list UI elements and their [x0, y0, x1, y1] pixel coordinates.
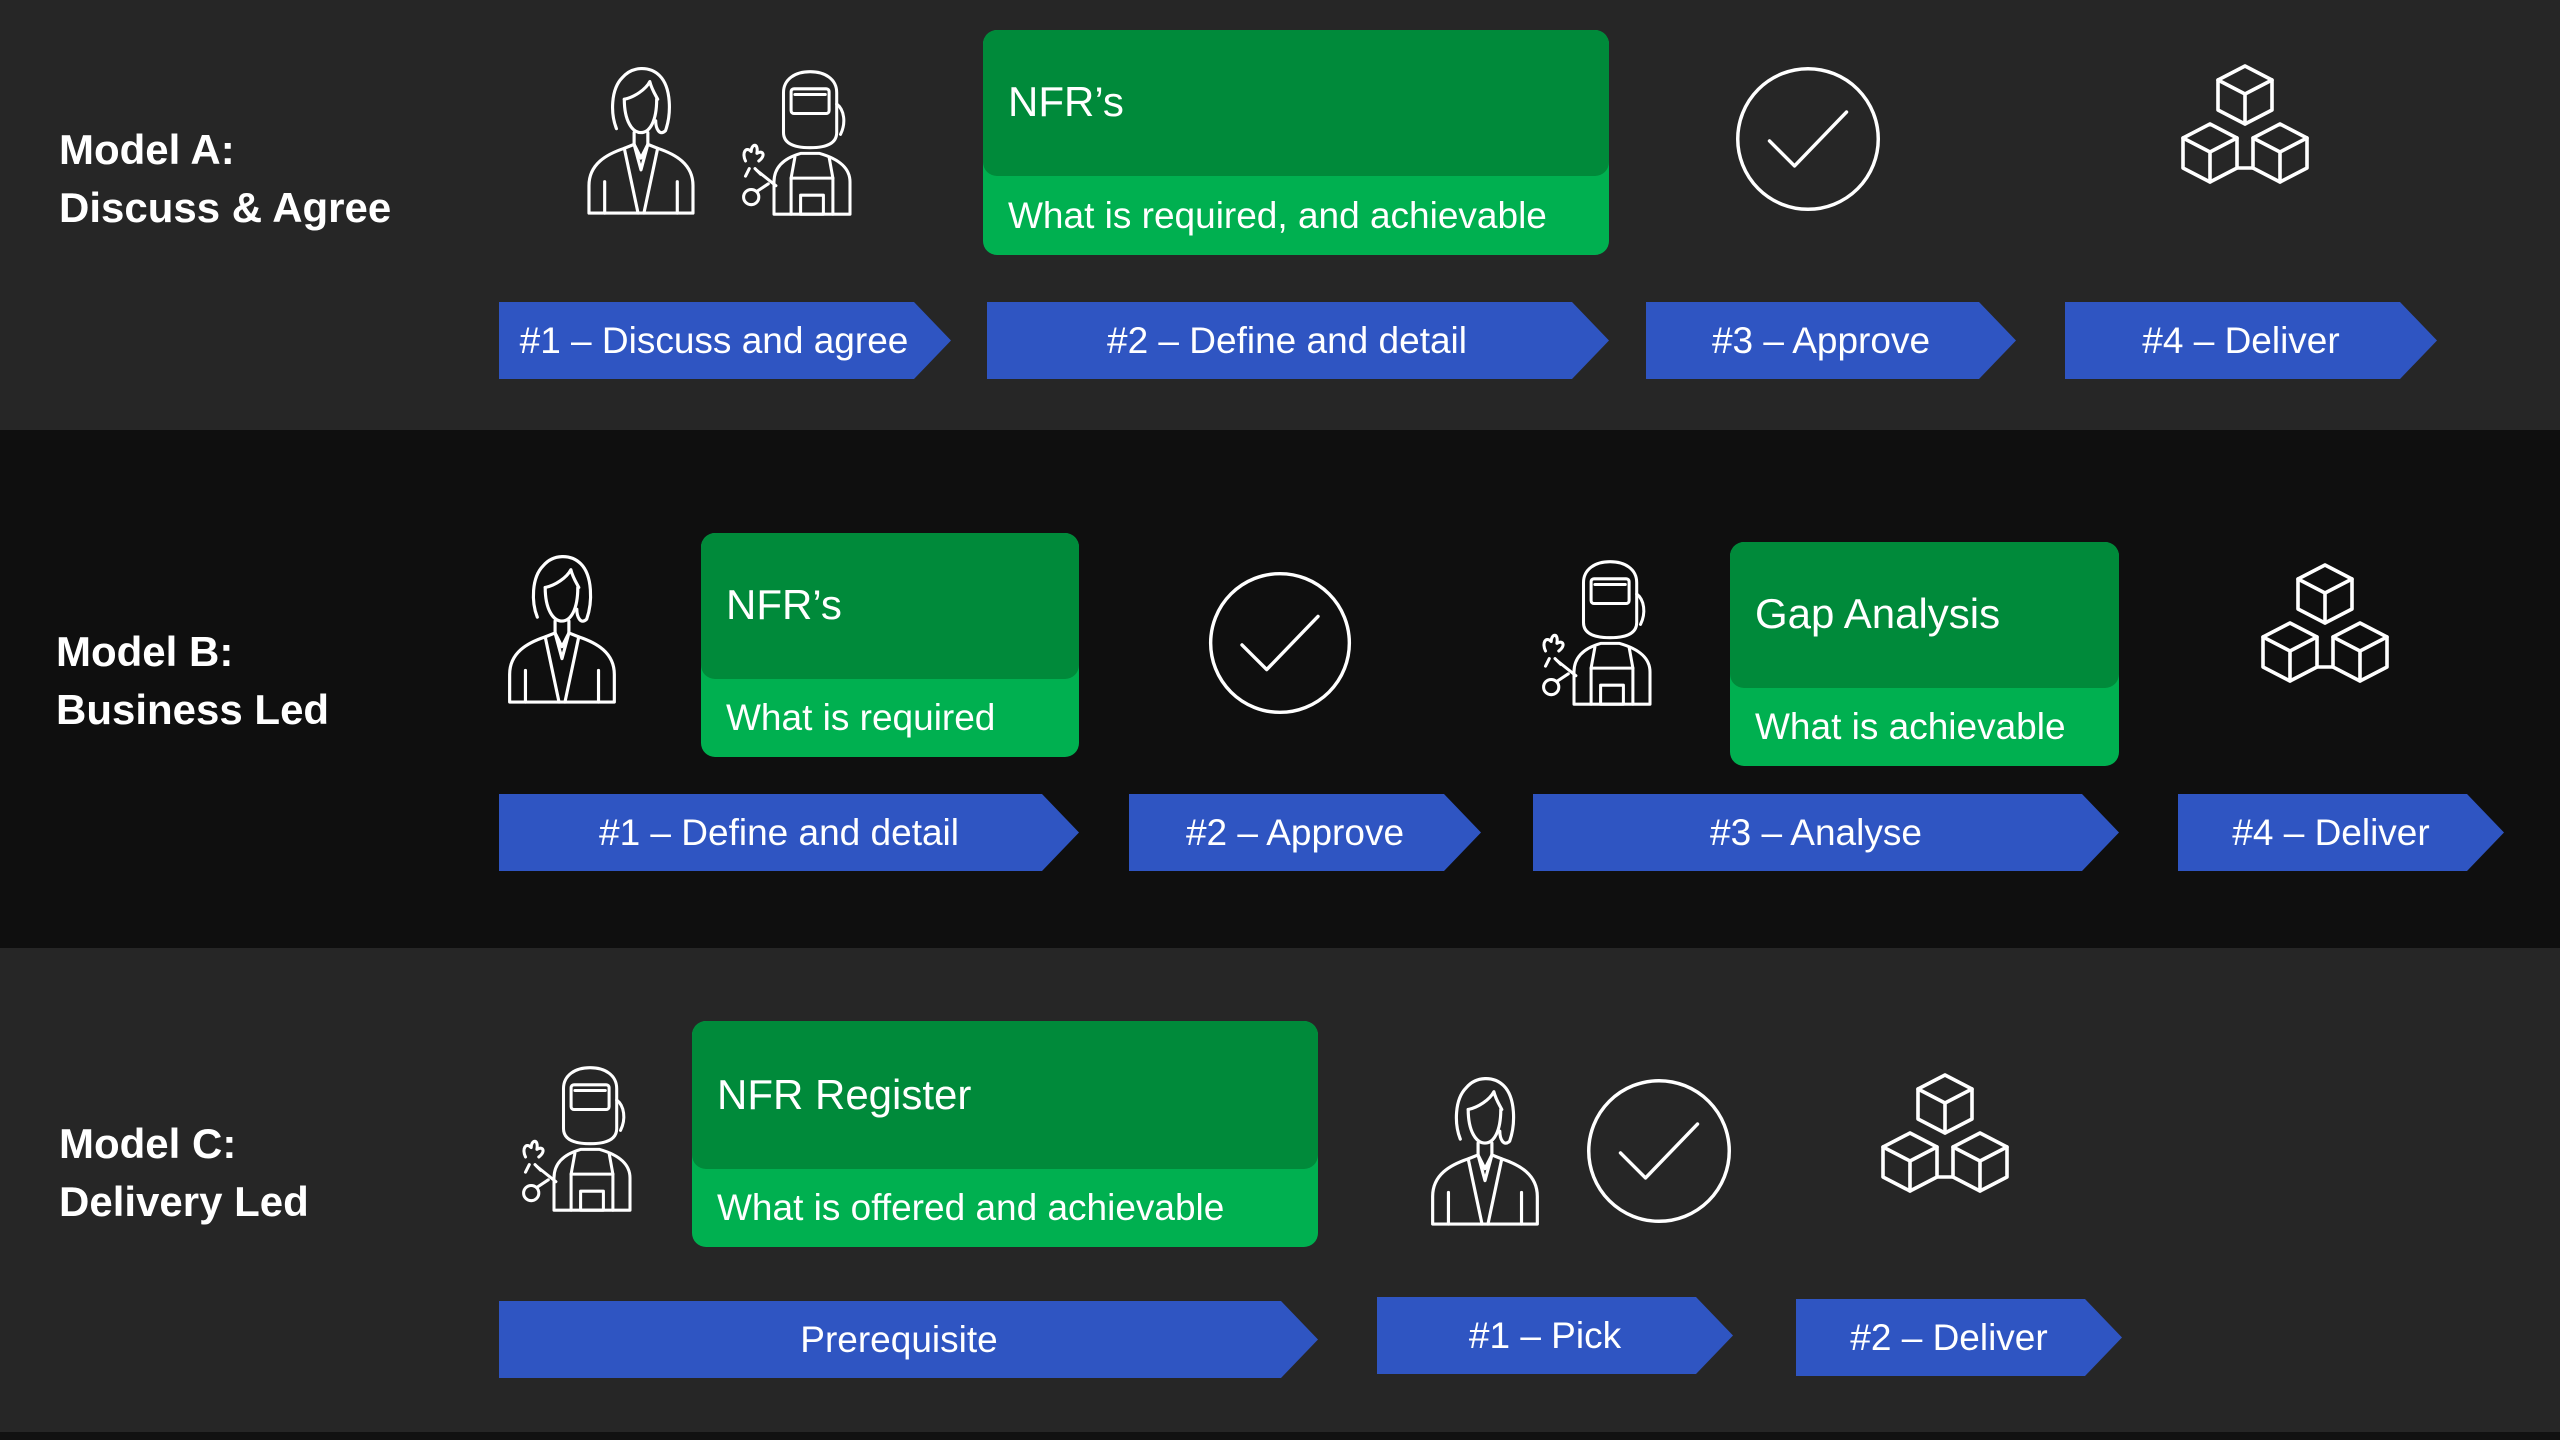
step-arrow-a3: #3 – Approve — [1646, 302, 2016, 379]
business-woman-icon — [576, 60, 704, 217]
model-a-title: Model A: Discuss & Agree — [59, 121, 391, 237]
model-a-nfr-card: NFR’s What is required, and achievable — [983, 30, 1609, 255]
welder-icon — [725, 66, 880, 218]
cubes-icon — [1860, 1069, 2030, 1229]
step-label: #2 – Define and detail — [1107, 319, 1467, 361]
card-title: NFR’s — [1008, 78, 1124, 125]
step-arrow-c1: #1 – Pick — [1377, 1297, 1733, 1374]
business-woman-icon — [497, 548, 625, 706]
card-title: NFR Register — [717, 1071, 972, 1118]
card-title: NFR’s — [726, 581, 842, 628]
model-a-title-line1: Model A: — [59, 126, 235, 173]
checkmark-circle-icon — [1731, 62, 1885, 216]
step-arrow-a1: #1 – Discuss and agree — [499, 302, 951, 379]
step-arrow-c0: Prerequisite — [499, 1301, 1318, 1378]
step-label: #1 – Define and detail — [599, 811, 959, 853]
cubes-icon — [2160, 60, 2330, 220]
step-arrow-b3: #3 – Analyse — [1533, 794, 2119, 871]
step-arrow-a2: #2 – Define and detail — [987, 302, 1609, 379]
card-subtitle: What is required, and achievable — [1008, 195, 1547, 236]
step-arrow-a4: #4 – Deliver — [2065, 302, 2437, 379]
step-arrow-b2: #2 – Approve — [1129, 794, 1481, 871]
card-subtitle: What is required — [726, 697, 996, 738]
step-label: Prerequisite — [800, 1318, 998, 1360]
step-label: #3 – Analyse — [1710, 811, 1922, 853]
bottom-edge — [0, 1432, 2560, 1440]
card-title: Gap Analysis — [1755, 590, 2001, 637]
model-c-nfr-register-card: NFR Register What is offered and achieva… — [692, 1021, 1318, 1247]
business-woman-icon — [1420, 1070, 1548, 1228]
step-label: #1 – Pick — [1468, 1314, 1622, 1356]
welder-icon — [1525, 556, 1680, 708]
step-arrow-b4: #4 – Deliver — [2178, 794, 2504, 871]
model-c-title: Model C: Delivery Led — [59, 1115, 309, 1231]
step-arrow-c2: #2 – Deliver — [1796, 1299, 2122, 1376]
model-b-title-line2: Business Led — [56, 686, 330, 733]
step-label: #4 – Deliver — [2232, 811, 2430, 853]
checkmark-circle-icon — [1204, 567, 1356, 719]
step-label: #4 – Deliver — [2142, 319, 2340, 361]
model-b-nfr-card: NFR’s What is required — [701, 533, 1079, 757]
checkmark-circle-icon — [1582, 1074, 1736, 1228]
model-b-title-line1: Model B: — [56, 628, 234, 675]
model-b-gap-analysis-card: Gap Analysis What is achievable — [1730, 542, 2119, 766]
step-label: #1 – Discuss and agree — [519, 319, 909, 361]
model-b-title: Model B: Business Led — [56, 623, 329, 739]
model-a-title-line2: Discuss & Agree — [59, 184, 392, 231]
cubes-icon — [2240, 559, 2410, 719]
step-label: #2 – Approve — [1185, 811, 1405, 853]
model-c-title-line1: Model C: — [59, 1120, 237, 1167]
card-subtitle: What is offered and achievable — [717, 1187, 1225, 1228]
step-label: #2 – Deliver — [1850, 1316, 2048, 1358]
model-c-title-line2: Delivery Led — [59, 1178, 309, 1225]
welder-icon — [505, 1062, 660, 1214]
step-arrow-b1: #1 – Define and detail — [499, 794, 1079, 871]
step-label: #3 – Approve — [1711, 319, 1931, 361]
card-subtitle: What is achievable — [1755, 706, 2066, 747]
